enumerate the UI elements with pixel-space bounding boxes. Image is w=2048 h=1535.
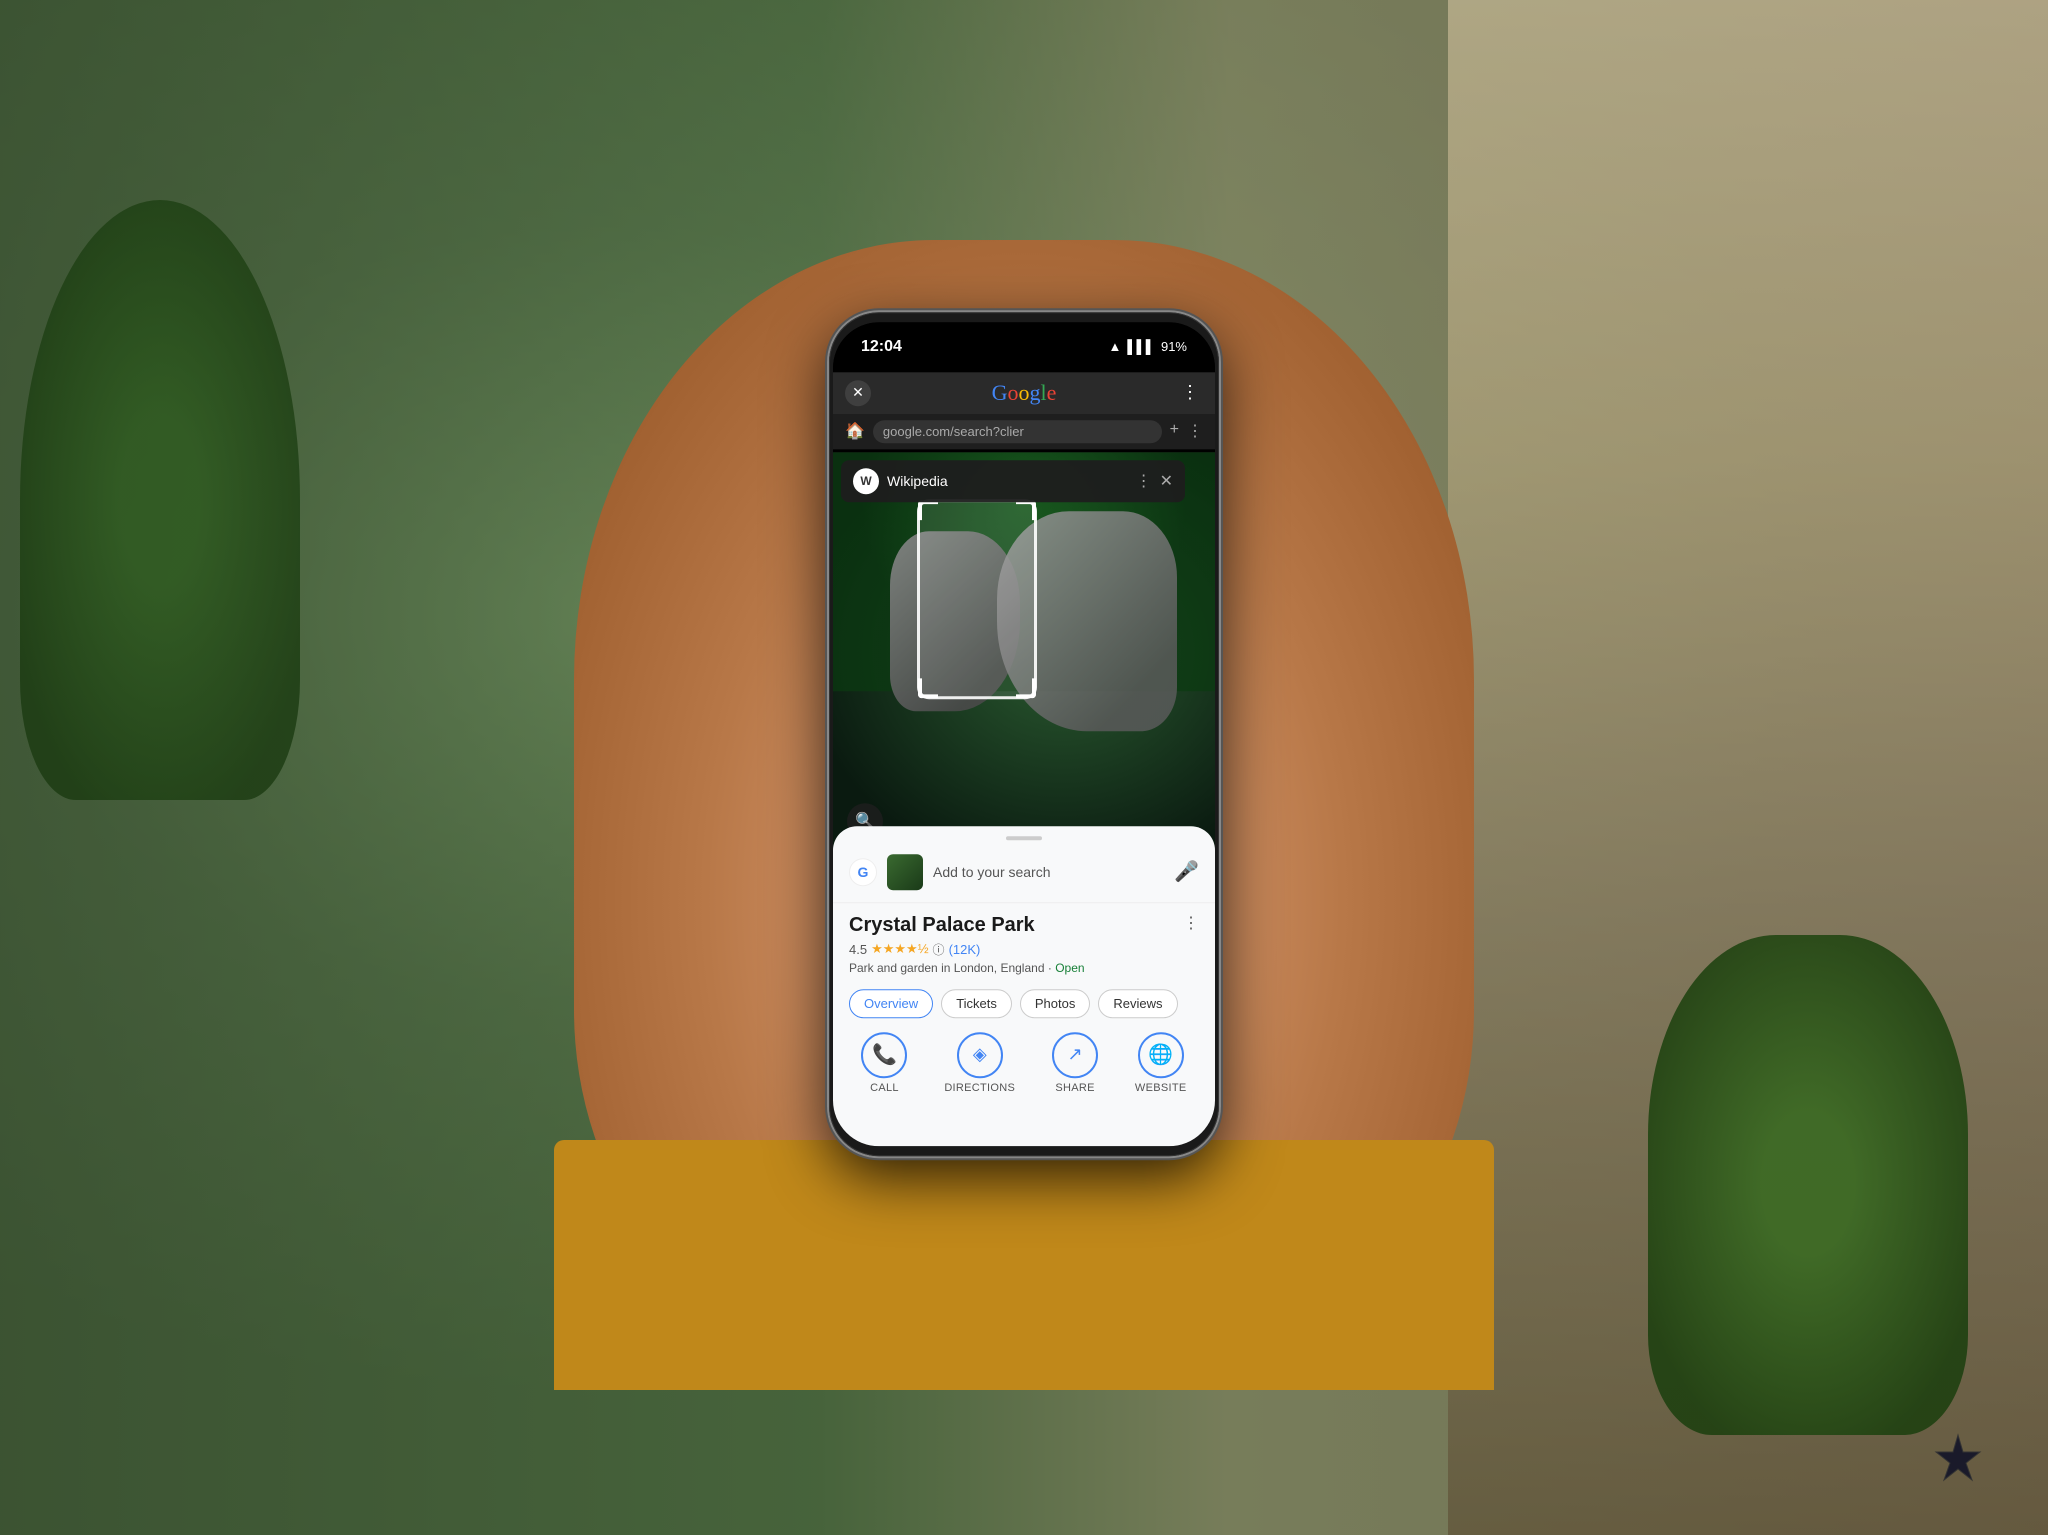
tab-overview[interactable]: Overview <box>849 989 933 1018</box>
star-logo <box>1928 1430 1988 1495</box>
rating-count[interactable]: (12K) <box>949 942 981 957</box>
wiki-close-icon[interactable]: ✕ <box>1160 471 1173 491</box>
sheet-search-bar[interactable]: G Add to your search 🎤 <box>833 848 1215 903</box>
directions-button[interactable]: ◈ DIRECTIONS <box>944 1032 1015 1094</box>
google-logo: Google <box>881 380 1167 406</box>
add-to-search-text[interactable]: Add to your search <box>933 864 1164 880</box>
open-status: Open <box>1055 961 1084 975</box>
url-bar-actions: + ⋮ <box>1170 421 1203 441</box>
lens-corner-tr <box>1016 501 1036 521</box>
rating-number: 4.5 <box>849 942 867 957</box>
google-o1: o <box>1008 380 1019 405</box>
more-icon: ⋮ <box>1181 382 1199 402</box>
call-label: CALL <box>870 1082 899 1094</box>
status-time: 12:04 <box>861 338 902 356</box>
rating-info-icon[interactable]: ⓘ <box>933 941 945 958</box>
sheet-handle <box>1006 836 1042 840</box>
directions-icon: ◈ <box>973 1044 987 1065</box>
lens-selection-box <box>917 500 1037 700</box>
url-bar: 🏠 google.com/search?clier + ⋮ <box>833 414 1215 449</box>
wikipedia-label: Wikipedia <box>887 473 1128 489</box>
share-button[interactable]: ↗ SHARE <box>1052 1032 1098 1094</box>
dynamic-island <box>964 336 1084 370</box>
call-button[interactable]: 📞 CALL <box>861 1032 907 1094</box>
close-button[interactable]: ✕ <box>845 380 871 406</box>
wikipedia-icon: W <box>853 468 879 494</box>
wifi-icon: ▲ <box>1108 339 1121 354</box>
phone-wrapper: 12:04 ▲ ▌▌▌ 91% ✕ Google ⋮ <box>829 312 1219 1156</box>
tabs-count-icon[interactable]: ⋮ <box>1187 421 1203 441</box>
battery-icon: 91% <box>1161 339 1187 354</box>
lens-corner-bl <box>918 679 938 699</box>
microphone-icon[interactable]: 🎤 <box>1174 859 1199 884</box>
google-g: G <box>992 380 1008 405</box>
tab-reviews[interactable]: Reviews <box>1098 989 1177 1018</box>
google-g-icon: G <box>858 864 869 880</box>
plant-left <box>20 200 300 800</box>
lens-corner-br <box>1016 679 1036 699</box>
close-icon: ✕ <box>852 384 864 401</box>
place-type: Park and garden in London, England · Ope… <box>849 961 1199 975</box>
cellular-icon: ▌▌▌ <box>1127 339 1155 354</box>
action-buttons-row: 📞 CALL ◈ DIRECTIONS ↗ SHAR <box>833 1024 1215 1098</box>
website-label: WEBSITE <box>1135 1082 1187 1094</box>
google-o2: o <box>1019 380 1030 405</box>
website-icon-circle: 🌐 <box>1138 1032 1184 1078</box>
tab-tickets[interactable]: Tickets <box>941 989 1012 1018</box>
dino-thumbnail <box>887 854 923 890</box>
wikipedia-chip[interactable]: W Wikipedia ⋮ ✕ <box>841 460 1185 502</box>
globe-icon: 🌐 <box>1148 1042 1173 1067</box>
phone: 12:04 ▲ ▌▌▌ 91% ✕ Google ⋮ <box>829 312 1219 1156</box>
lens-image: W Wikipedia ⋮ ✕ 🔍 <box>833 452 1215 851</box>
share-icon: ↗ <box>1067 1044 1082 1065</box>
directions-label: DIRECTIONS <box>944 1082 1015 1094</box>
plant-right <box>1648 935 1968 1435</box>
share-label: SHARE <box>1055 1082 1094 1094</box>
google-g2: g <box>1030 380 1041 405</box>
action-tabs: Overview Tickets Photos Reviews <box>833 981 1215 1024</box>
status-icons: ▲ ▌▌▌ 91% <box>1108 339 1187 354</box>
bottom-sheet: G Add to your search 🎤 Crystal Palace Pa… <box>833 826 1215 1146</box>
website-button[interactable]: 🌐 WEBSITE <box>1135 1032 1187 1094</box>
call-icon-circle: 📞 <box>861 1032 907 1078</box>
place-rating: 4.5 ★★★★½ ⓘ (12K) <box>849 941 1199 958</box>
browser-top-bar: ✕ Google ⋮ <box>833 372 1215 414</box>
lens-area[interactable]: W Wikipedia ⋮ ✕ 🔍 <box>833 452 1215 851</box>
new-tab-icon[interactable]: + <box>1170 421 1179 441</box>
share-icon-circle: ↗ <box>1052 1032 1098 1078</box>
browser-chrome: ✕ Google ⋮ 🏠 google.com/search?clier + ⋮ <box>833 372 1215 449</box>
place-name: Crystal Palace Park <box>849 913 1035 937</box>
google-e: e <box>1047 380 1057 405</box>
rating-stars: ★★★★½ <box>871 941 928 957</box>
directions-icon-circle: ◈ <box>957 1032 1003 1078</box>
place-type-text: Park and garden in London, England <box>849 961 1045 975</box>
tab-photos[interactable]: Photos <box>1020 989 1090 1018</box>
phone-icon: 📞 <box>872 1042 897 1067</box>
phone-screen: 12:04 ▲ ▌▌▌ 91% ✕ Google ⋮ <box>833 322 1215 1146</box>
place-header: Crystal Palace Park ⋮ <box>849 913 1199 937</box>
place-more-button[interactable]: ⋮ <box>1183 913 1199 933</box>
google-g-logo: G <box>849 858 877 886</box>
url-text[interactable]: google.com/search?clier <box>873 420 1162 443</box>
lens-corner-tl <box>918 501 938 521</box>
wiki-more-icon[interactable]: ⋮ <box>1136 471 1152 491</box>
sleeve <box>554 1140 1494 1390</box>
browser-more-button[interactable]: ⋮ <box>1177 382 1203 403</box>
home-icon[interactable]: 🏠 <box>845 421 865 441</box>
place-info: Crystal Palace Park ⋮ 4.5 ★★★★½ ⓘ (12K) … <box>833 903 1215 981</box>
